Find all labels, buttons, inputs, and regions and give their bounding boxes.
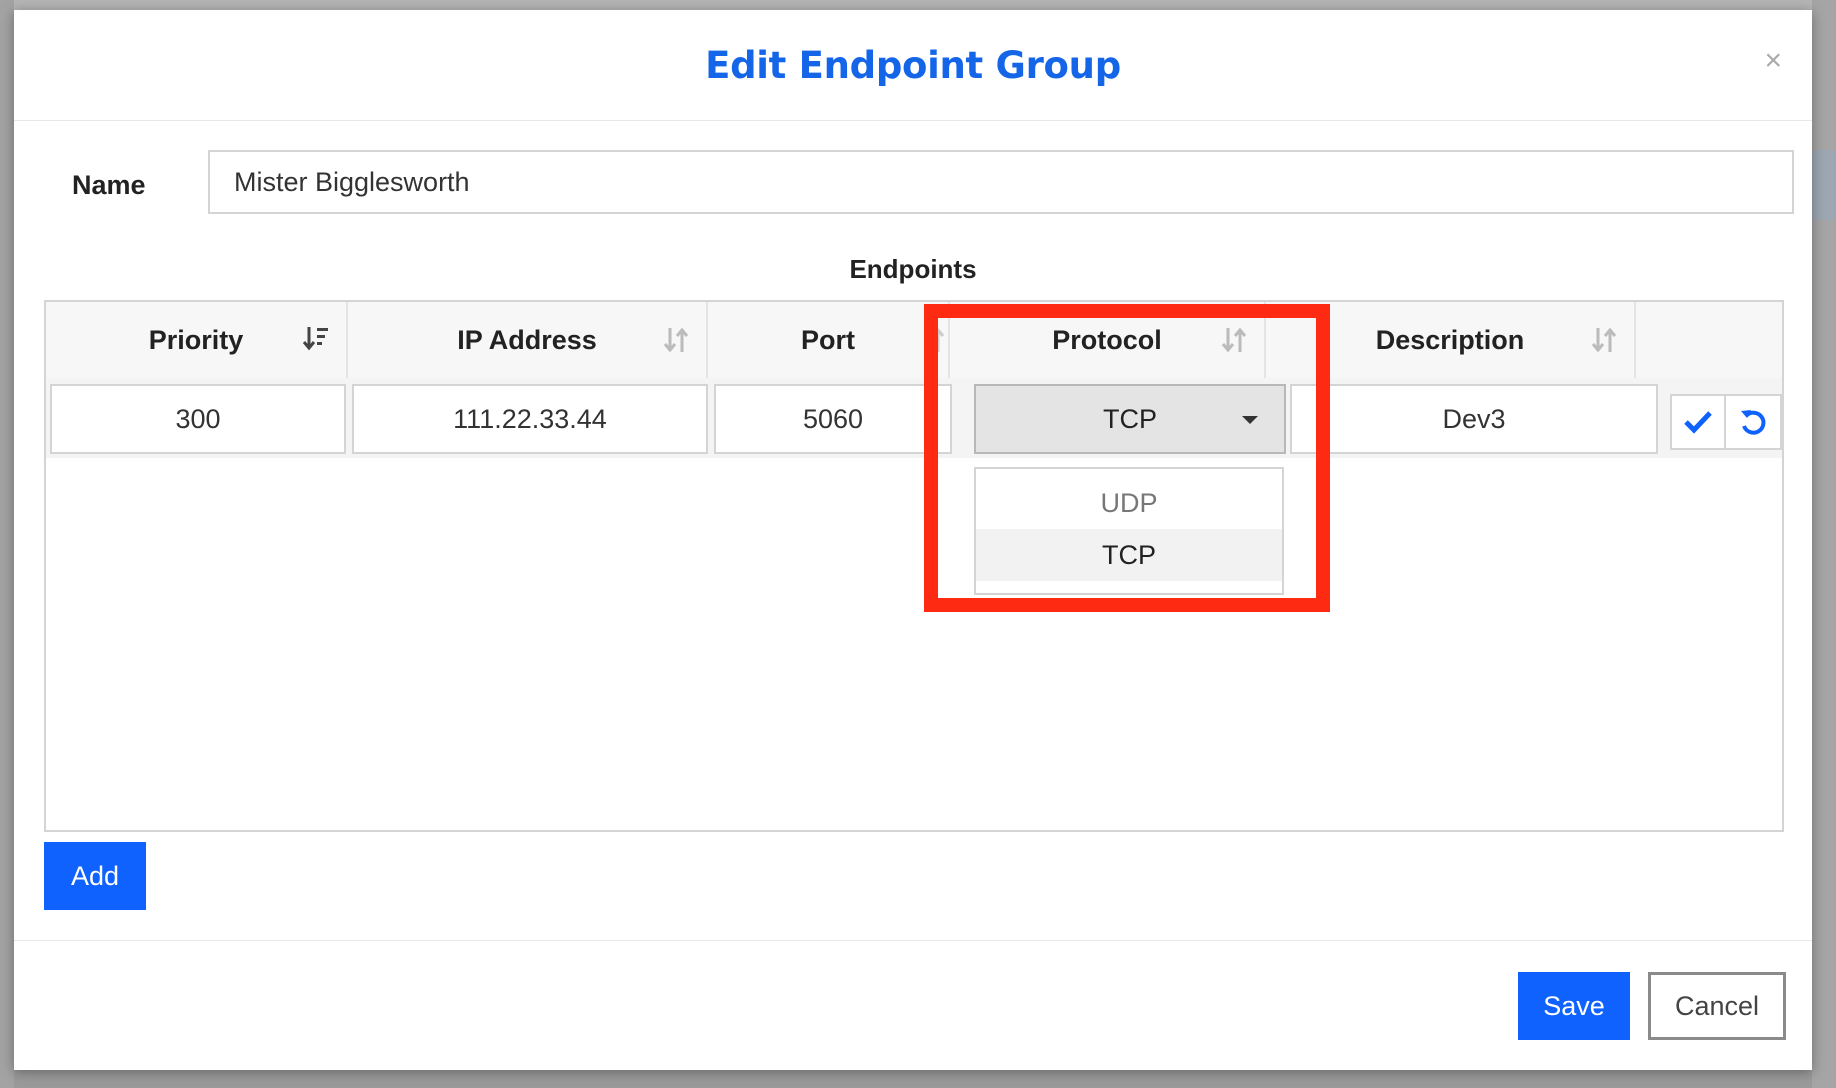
dialog-title: Edit Endpoint Group [705,44,1121,87]
table-row: TCP [46,378,1782,458]
background-toolbar [0,0,1836,10]
sort-descending-icon[interactable] [302,324,330,356]
name-label: Name [72,170,146,200]
column-header-priority[interactable]: Priority [46,302,348,378]
column-label: Priority [148,324,244,355]
sort-icon[interactable] [918,324,946,356]
edit-endpoint-group-dialog: Edit Endpoint Group × Name Endpoints Pri… [14,10,1812,1070]
column-label: IP Address [457,324,597,355]
column-header-description[interactable]: Description [1266,302,1636,378]
priority-input[interactable] [50,384,346,454]
confirm-button[interactable] [1670,394,1726,450]
table-header: Priority IP Address Port Protocol Descri… [46,302,1782,378]
ip-address-input[interactable] [352,384,708,454]
undo-icon [1741,410,1766,435]
name-input[interactable] [208,150,1794,214]
sort-icon[interactable] [662,324,690,356]
add-button[interactable]: Add [44,842,146,910]
footer-divider [14,940,1812,941]
endpoints-table: Priority IP Address Port Protocol Descri… [44,300,1784,832]
undo-button[interactable] [1726,394,1782,450]
protocol-select[interactable]: TCP [974,384,1286,454]
endpoints-title: Endpoints [849,254,977,284]
caret-down-icon [1242,416,1258,424]
column-label: Protocol [1052,324,1162,355]
column-label: Description [1375,324,1525,355]
close-button[interactable]: × [1764,46,1782,76]
name-row: Name [58,150,1798,220]
dialog-header: Edit Endpoint Group × [14,10,1812,121]
description-input[interactable] [1290,384,1658,454]
protocol-selected-value: TCP [1103,403,1157,434]
column-header-actions [1636,302,1782,378]
column-header-protocol[interactable]: Protocol [950,302,1266,378]
background-sidebar [0,0,14,1088]
dropdown-option-tcp[interactable]: TCP [976,529,1282,581]
port-input[interactable] [714,384,952,454]
background-row-highlight [1812,150,1836,220]
column-label: Port [801,324,855,355]
column-header-ip-address[interactable]: IP Address [348,302,708,378]
cancel-button[interactable]: Cancel [1648,972,1786,1040]
sort-icon[interactable] [1590,324,1618,356]
column-header-port[interactable]: Port [708,302,950,378]
sort-icon[interactable] [1220,324,1248,356]
check-icon [1684,411,1712,434]
dropdown-option-udp[interactable]: UDP [976,477,1282,529]
background-scroll-area [1812,0,1836,1088]
save-button[interactable]: Save [1518,972,1630,1040]
protocol-dropdown-menu: UDP TCP [974,467,1284,595]
